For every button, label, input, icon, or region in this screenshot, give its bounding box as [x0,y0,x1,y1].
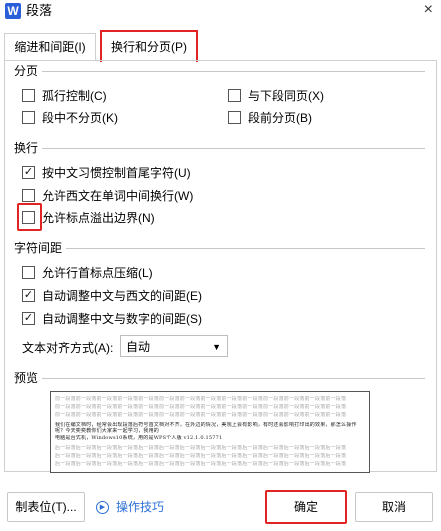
checkbox-page-break-before[interactable] [228,111,241,124]
highlight-box [17,203,42,231]
title-bar: W 段落 × [0,0,441,26]
wps-writer-icon: W [5,3,21,19]
select-value: 自动 [126,340,151,354]
play-circle-icon: ▶ [96,501,109,514]
option-label: 自动调整中文与西文的间距(E) [42,289,202,303]
section-divider [42,71,425,72]
preview-prev-paragraph: 前一段落前一段落前一段落前一段落前一段落前一段落前一段落前一段落前一段落前一段落… [55,404,347,410]
section-title-preview: 预览 [14,371,39,385]
section-divider [66,248,425,249]
checkbox-compress-punctuation[interactable] [22,266,35,279]
close-icon[interactable]: × [424,1,433,19]
preview-next-paragraph: 后一段落后一段落后一段落后一段落后一段落后一段落后一段落后一段落后一段落后一段落… [55,445,347,451]
option-label: 与下段同页(X) [248,89,324,103]
dialog-title: 段落 [26,3,53,18]
cancel-button[interactable]: 取消 [355,492,433,522]
section-divider [42,378,425,379]
checkbox-auto-space-numbers[interactable] [22,312,35,325]
preview-next-paragraph: 后一段落后一段落后一段落后一段落后一段落后一段落后一段落后一段落后一段落后一段落… [55,461,347,467]
checkbox-auto-space-western[interactable] [22,289,35,302]
ok-button[interactable]: 确定 [265,490,347,524]
tabstops-button[interactable]: 制表位(T)... [7,492,85,522]
section-divider [42,148,425,149]
preview-box: 前一段落前一段落前一段落前一段落前一段落前一段落前一段落前一段落前一段落前一段落… [50,391,370,473]
option-label: 段前分页(B) [248,111,312,125]
checkbox-widow-control[interactable] [22,89,35,102]
tab-linebreak-pagination[interactable]: 换行和分页(P) [100,30,198,62]
option-label: 允许西文在单词中间换行(W) [42,189,194,203]
preview-sample-text: 我们在编文档时，经常会出现段落后符号首文档对不齐，在外边的情况，美观上会有影响，… [55,422,357,434]
option-label: 孤行控制(C) [42,89,107,103]
option-label: 段中不分页(K) [42,111,118,125]
tips-label: 操作技巧 [116,500,165,514]
section-title-linebreak: 换行 [14,141,39,155]
option-label: 按中文习惯控制首尾字符(U) [42,166,191,180]
checkbox-asian-line-break[interactable] [22,166,35,179]
text-alignment-select[interactable]: 自动 ▼ [120,335,228,357]
checkbox-keep-with-next[interactable] [228,89,241,102]
section-title-pagination: 分页 [14,64,39,78]
checkbox-keep-lines-together[interactable] [22,111,35,124]
option-label: 自动调整中文与数字的间距(S) [42,312,202,326]
section-title-character-spacing: 字符间距 [14,241,63,255]
triangle-down-icon: ▼ [212,342,221,352]
text-alignment-label: 文本对齐方式(A): [22,341,114,355]
tab-indent-spacing[interactable]: 缩进和间距(I) [4,33,96,60]
option-label: 允许标点溢出边界(N) [42,211,155,225]
preview-sample-text: 电脑是台式机，Windows10系统，用的是WPS个人版 v12.1.0.157… [55,435,223,441]
option-label: 允许行首标点压缩(L) [42,266,153,280]
preview-next-paragraph: 后一段落后一段落后一段落后一段落后一段落后一段落后一段落后一段落后一段落后一段落… [55,453,347,459]
preview-prev-paragraph: 前一段落前一段落前一段落前一段落前一段落前一段落前一段落前一段落前一段落前一段落… [55,412,347,418]
checkbox-western-word-wrap[interactable] [22,189,35,202]
tab-strip: 缩进和间距(I) 换行和分页(P) [0,30,441,62]
preview-prev-paragraph: 前一段落前一段落前一段落前一段落前一段落前一段落前一段落前一段落前一段落前一段落… [55,396,347,402]
